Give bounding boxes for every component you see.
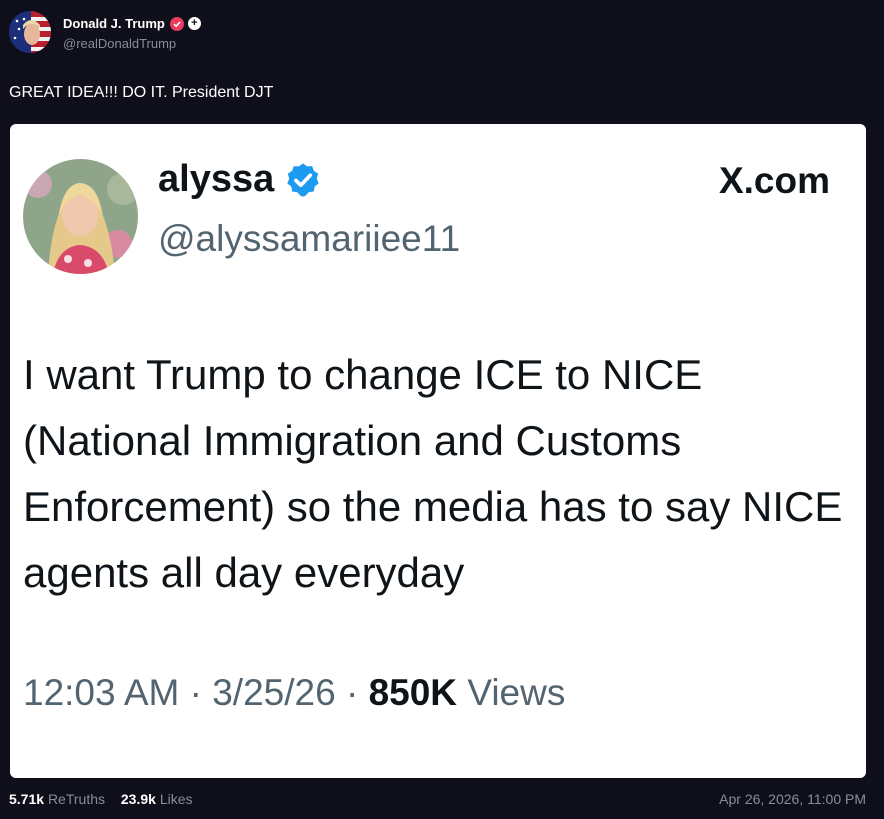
likes-label: Likes (159, 791, 193, 807)
quoted-avatar (23, 159, 138, 274)
retruths-label: ReTruths (47, 791, 105, 807)
post-timestamp[interactable]: Apr 26, 2026, 11:00 PM (719, 791, 866, 807)
quoted-views-count: 850K (368, 672, 458, 713)
x-verified-icon (287, 162, 319, 197)
quoted-post-card[interactable]: alyssa @alyssamariiee11 X.com I want Tru… (10, 124, 866, 778)
quoted-name: alyssa (158, 158, 275, 200)
post-footer: 5.71k ReTruths 23.9k Likes Apr 26, 2026,… (9, 791, 866, 807)
quoted-avatar-image (23, 159, 138, 274)
post-text: GREAT IDEA!!! DO IT. President DJT (9, 84, 274, 101)
author-handle[interactable]: @realDonaldTrump (63, 36, 201, 51)
quoted-handle: @alyssamariiee11 (158, 218, 461, 259)
retruths-stat[interactable]: 5.71k ReTruths (9, 791, 109, 807)
truth-plus-icon: + (187, 17, 201, 30)
retruths-count: 5.71k (9, 791, 45, 807)
quoted-date: 3/25/26 (212, 672, 336, 713)
likes-count: 23.9k (120, 791, 156, 807)
likes-stat[interactable]: 23.9k Likes (121, 791, 193, 807)
meta-separator: · (345, 672, 359, 713)
quoted-meta: 12:03 AM · 3/25/26 · 850K Views (23, 672, 565, 714)
x-site-label: X.com (718, 160, 830, 201)
quoted-body: I want Trump to change ICE to NICE (Nati… (23, 351, 843, 596)
quoted-time: 12:03 AM (23, 672, 180, 713)
quoted-views-label: Views (467, 672, 566, 713)
author-avatar-image (9, 11, 51, 53)
author-avatar[interactable] (9, 11, 51, 53)
author-display-name[interactable]: Donald J. Trump (63, 16, 165, 31)
post-header: Donald J. Trump + @realDonaldTrump (9, 11, 201, 53)
x-logo-icon: X.com (719, 160, 830, 202)
meta-separator: · (189, 672, 202, 713)
verified-badge-icon (169, 16, 184, 31)
